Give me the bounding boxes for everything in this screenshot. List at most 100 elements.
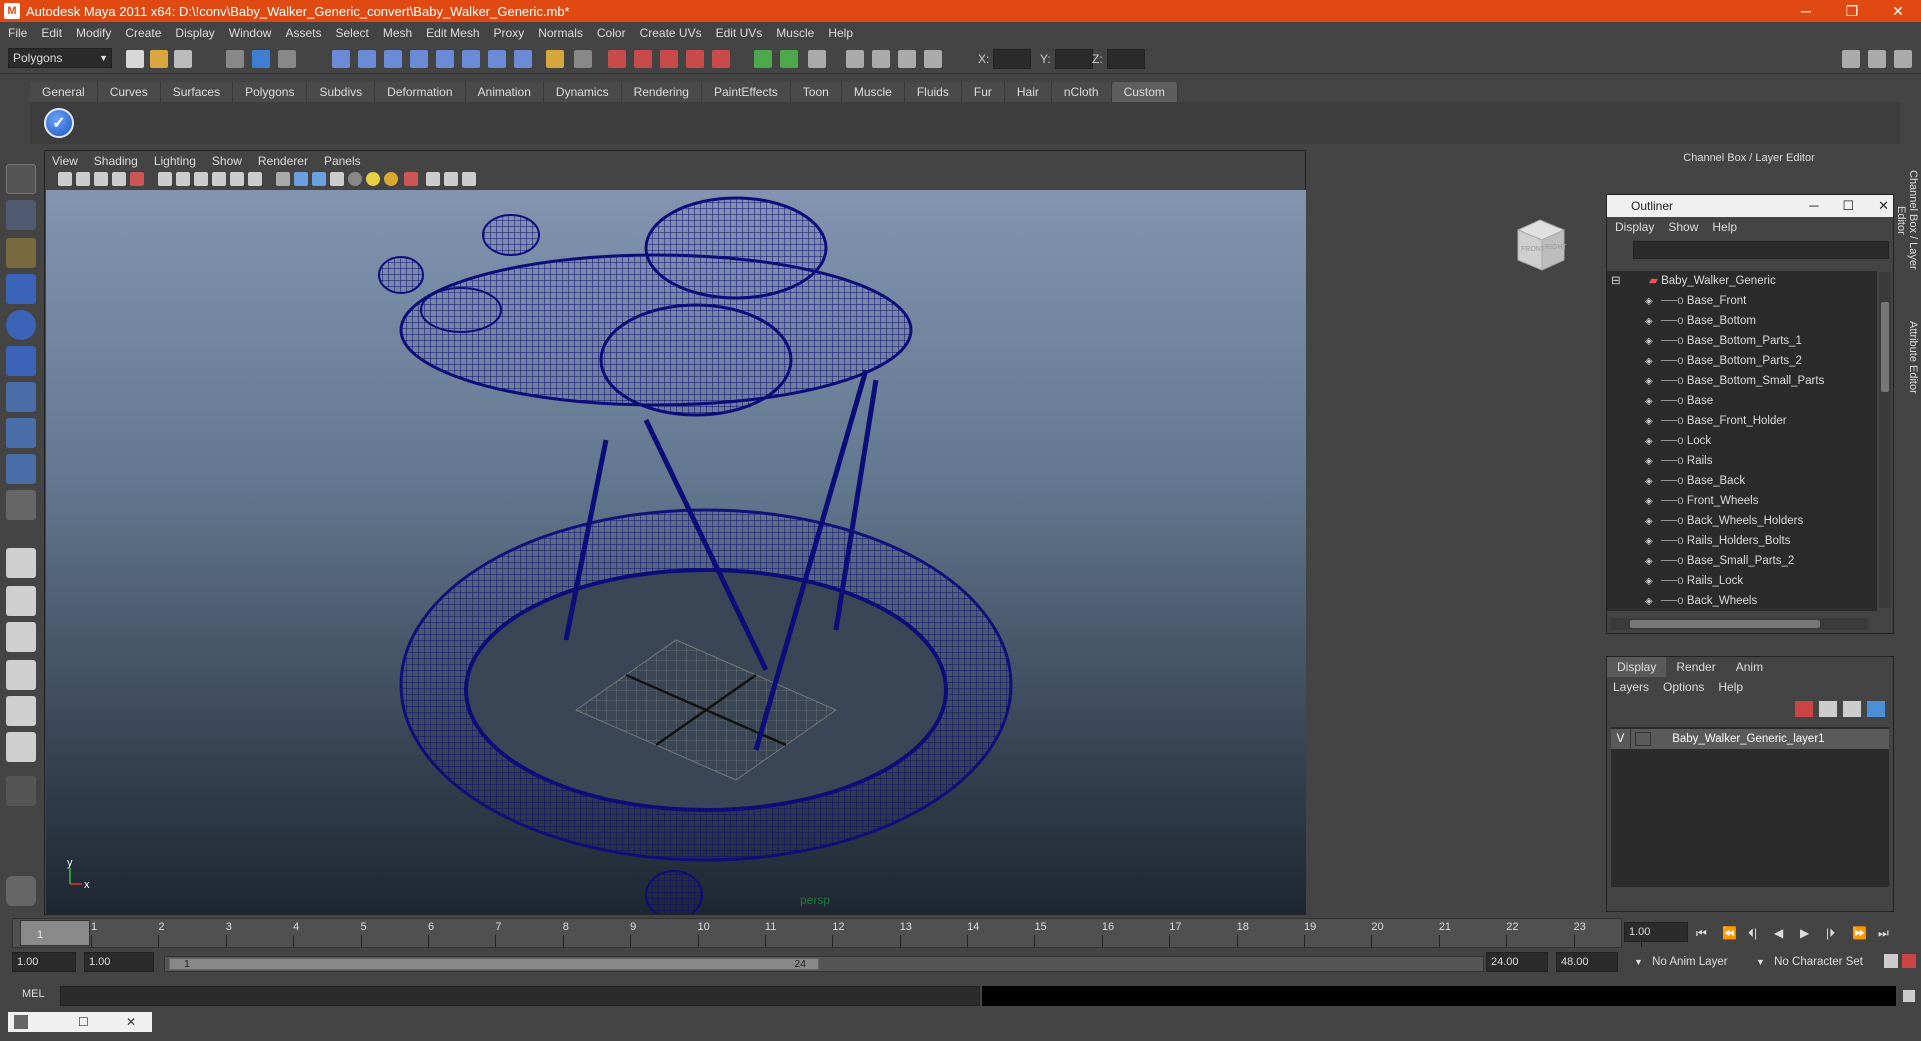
outliner-item[interactable]: ◈ ──o Back_Wheels — [1645, 591, 1757, 611]
step-forward-key-button[interactable]: ⏩ — [1852, 926, 1868, 941]
outliner-menu-display[interactable]: Display — [1615, 217, 1654, 237]
layer-tab-display[interactable]: Display — [1607, 657, 1667, 677]
shelf-tab-curves[interactable]: Curves — [97, 82, 161, 102]
xray-joints-icon[interactable] — [444, 172, 458, 186]
layer-type-toggle[interactable] — [1635, 731, 1651, 746]
snap-curve-icon[interactable] — [358, 50, 376, 68]
graph-layout-icon[interactable] — [6, 660, 36, 690]
outliner-item[interactable]: ◈ ──o Base_Back — [1645, 471, 1745, 491]
shelf-tab-ncloth[interactable]: nCloth — [1051, 82, 1112, 102]
resolution-gate-icon[interactable] — [194, 172, 208, 186]
minimized-window[interactable]: ☐ ✕ — [8, 1012, 152, 1032]
layer-menu-layers[interactable]: Layers — [1613, 677, 1649, 697]
shelf-tab-fluids[interactable]: Fluids — [904, 82, 962, 102]
layer-tab-render[interactable]: Render — [1666, 657, 1725, 677]
outliner-item[interactable]: ◈ ──o Base_Bottom — [1645, 311, 1756, 331]
side-tab-attribute-editor[interactable]: Attribute Editor — [1897, 312, 1919, 402]
viewport-menu-show[interactable]: Show — [212, 152, 242, 170]
outliner-item[interactable]: ◈ ──o Base_Front — [1645, 291, 1746, 311]
save-scene-icon[interactable] — [174, 50, 192, 68]
menu-select[interactable]: Select — [335, 26, 368, 40]
menu-normals[interactable]: Normals — [538, 26, 583, 40]
outliner-item[interactable]: ◈ ──o Base_Small_Parts_2 — [1645, 551, 1794, 571]
script-editor-icon[interactable] — [924, 50, 942, 68]
snap-point-icon[interactable] — [384, 50, 402, 68]
xray-icon[interactable] — [426, 172, 440, 186]
camera-attributes-icon[interactable] — [76, 172, 90, 186]
film-gate-icon[interactable] — [176, 172, 190, 186]
lasso-tool-icon[interactable] — [6, 200, 36, 230]
outliner-item[interactable]: ◈ ──o Base_Front_Holder — [1645, 411, 1787, 431]
new-scene-icon[interactable] — [126, 50, 144, 68]
show-manipulator-icon[interactable] — [6, 454, 36, 484]
viewport-menu-shading[interactable]: Shading — [94, 152, 138, 170]
shelf-tab-general[interactable]: General — [30, 82, 98, 102]
snap-view-icon[interactable] — [410, 50, 428, 68]
step-back-key-button[interactable]: ⏪ — [1722, 926, 1738, 941]
hypershade-icon[interactable] — [686, 50, 704, 68]
menu-create-uvs[interactable]: Create UVs — [640, 26, 702, 40]
menu-mesh[interactable]: Mesh — [383, 26, 412, 40]
shelf-tab-toon[interactable]: Toon — [790, 82, 842, 102]
outliner-item[interactable]: ◈ ──o Base_Bottom_Parts_1 — [1645, 331, 1802, 351]
menu-modify[interactable]: Modify — [76, 26, 111, 40]
ipr-render-icon[interactable] — [634, 50, 652, 68]
step-back-frame-button[interactable]: ⏴| — [1748, 926, 1764, 941]
outliner-item[interactable]: ◈ ──o Lock — [1645, 431, 1711, 451]
menu-help[interactable]: Help — [828, 26, 853, 40]
new-empty-layer-icon[interactable] — [1819, 701, 1837, 717]
outliner-menu-help[interactable]: Help — [1712, 217, 1737, 237]
move-tool-icon[interactable] — [6, 274, 36, 304]
select-component-icon[interactable] — [278, 50, 296, 68]
current-frame-field[interactable]: 1.00 — [1624, 922, 1688, 942]
animation-preferences-icon[interactable] — [1902, 954, 1916, 968]
xray-components-icon[interactable] — [462, 172, 476, 186]
menu-edit-uvs[interactable]: Edit UVs — [716, 26, 763, 40]
menu-color[interactable]: Color — [597, 26, 626, 40]
selection-mask-icon[interactable] — [574, 50, 592, 68]
gate-mask-icon[interactable] — [212, 172, 226, 186]
quick-layout-icon[interactable] — [6, 876, 36, 906]
close-window-icon[interactable]: ✕ — [126, 1012, 136, 1032]
layer-options-icon[interactable] — [1867, 701, 1885, 717]
snap-surface-icon[interactable] — [462, 50, 480, 68]
snap-grid-icon[interactable] — [332, 50, 350, 68]
outliner-horizontal-scrollbar[interactable] — [1610, 618, 1868, 630]
history-icon[interactable] — [488, 50, 506, 68]
maximize-window-icon[interactable]: ☐ — [78, 1012, 89, 1032]
wireframe-icon[interactable] — [276, 172, 290, 186]
playback-end-field[interactable]: 24.00 — [1486, 952, 1548, 972]
layer-visibility-toggle[interactable]: V — [1611, 729, 1631, 749]
outliner-item[interactable]: ◈ ──o Base_Bottom_Parts_2 — [1645, 351, 1802, 371]
input-line-icon[interactable] — [754, 50, 772, 68]
shelf-tab-surfaces[interactable]: Surfaces — [160, 82, 234, 102]
outliner-icon[interactable] — [898, 50, 916, 68]
default-light-icon[interactable] — [348, 172, 362, 186]
time-slider[interactable]: 123456789101112131415161718192021222324 — [12, 918, 1653, 948]
hypershade-layout-icon[interactable] — [6, 696, 36, 726]
menu-edit-mesh[interactable]: Edit Mesh — [426, 26, 479, 40]
menu-window[interactable]: Window — [229, 26, 272, 40]
paint-select-tool-icon[interactable] — [6, 238, 36, 268]
outliner-item[interactable]: ◈ ──o Rails_Lock — [1645, 571, 1743, 591]
playback-start-field[interactable]: 1.00 — [84, 952, 154, 972]
camera-select-icon[interactable] — [58, 172, 72, 186]
shelf-tab-dynamics[interactable]: Dynamics — [543, 82, 622, 102]
render-settings-icon[interactable] — [660, 50, 678, 68]
select-hierarchy-icon[interactable] — [226, 50, 244, 68]
command-language-label[interactable]: MEL — [22, 988, 45, 1000]
two-d-pan-icon[interactable] — [130, 172, 144, 186]
hypergraph-icon[interactable] — [872, 50, 890, 68]
snap-live-icon[interactable] — [436, 50, 454, 68]
menu-file[interactable]: File — [8, 26, 27, 40]
outliner-minimize-button[interactable]: ─ — [1809, 198, 1818, 213]
uv-editor-icon[interactable] — [808, 50, 826, 68]
close-button[interactable]: ✕ — [1875, 0, 1921, 22]
isolate-select-icon[interactable] — [404, 172, 418, 186]
shelf-tab-polygons[interactable]: Polygons — [233, 82, 308, 102]
command-input[interactable] — [60, 986, 980, 1006]
go-to-start-button[interactable]: ⏮ — [1696, 926, 1712, 941]
outliner-item[interactable]: ◈ ──o Front_Wheels — [1645, 491, 1758, 511]
outliner-close-button[interactable]: ✕ — [1878, 198, 1889, 213]
manipulator-tool-icon[interactable] — [6, 382, 36, 412]
